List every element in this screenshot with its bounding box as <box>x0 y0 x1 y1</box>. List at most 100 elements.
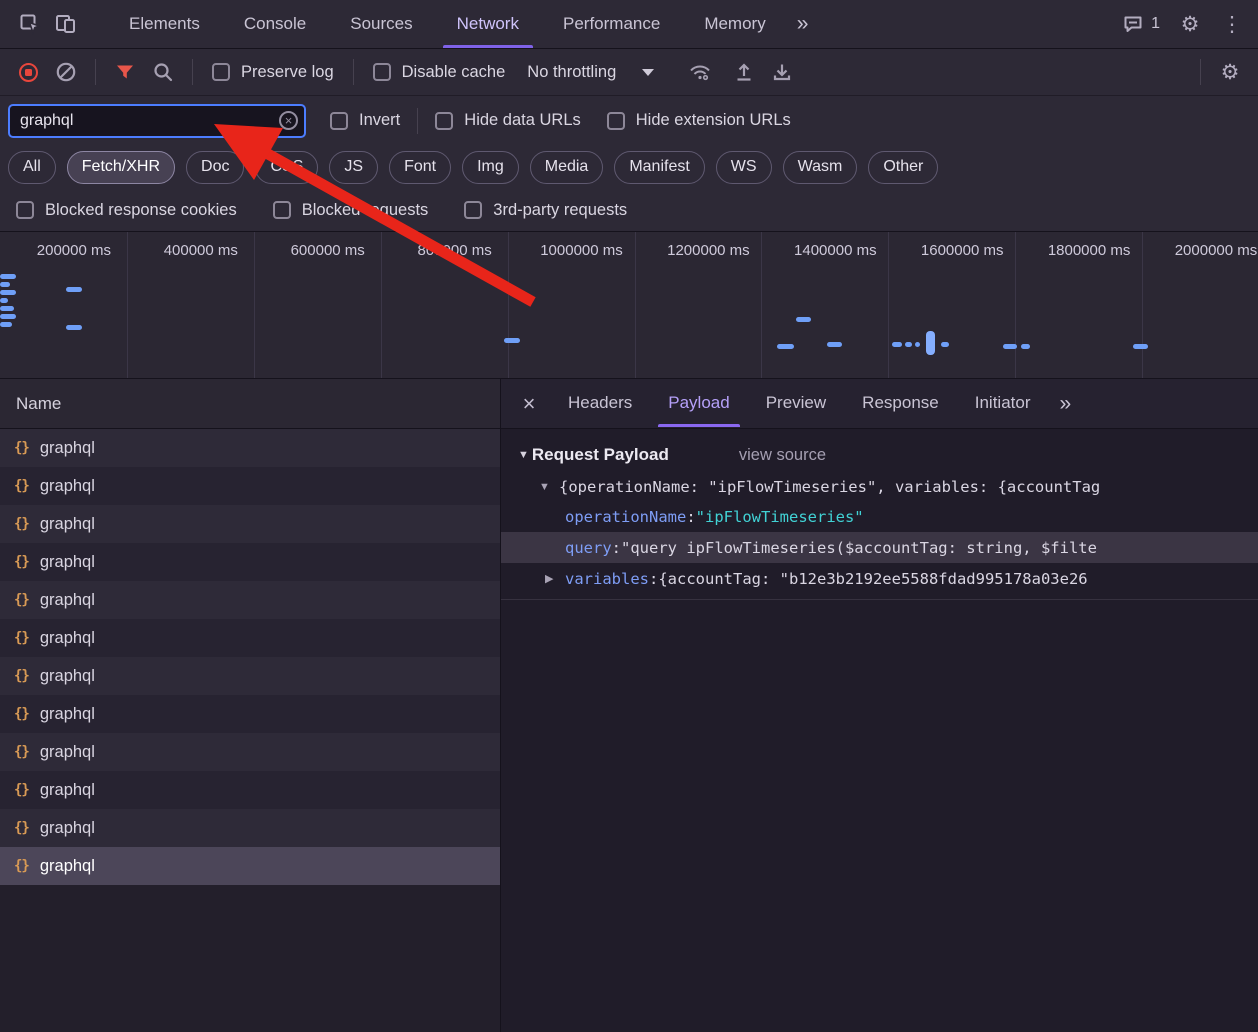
chip-css[interactable]: CSS <box>255 151 318 184</box>
tab-headers[interactable]: Headers <box>551 379 649 427</box>
table-row[interactable]: {}graphql <box>0 505 500 543</box>
table-row[interactable]: {}graphql <box>0 429 500 467</box>
divider <box>1200 59 1201 85</box>
tab-payload[interactable]: Payload <box>651 379 746 427</box>
detail-more-tabs-icon[interactable]: » <box>1047 379 1083 428</box>
name-column-header[interactable]: Name <box>0 379 500 429</box>
payload-entry-operationname[interactable]: operationName: "ipFlowTimeseries" <box>501 501 1258 532</box>
inspect-element-icon[interactable] <box>12 6 48 42</box>
tab-initiator[interactable]: Initiator <box>958 379 1048 427</box>
payload-value: "query ipFlowTimeseries($accountTag: str… <box>621 539 1097 557</box>
throttling-value: No throttling <box>527 63 616 82</box>
table-row[interactable]: {}graphql <box>0 467 500 505</box>
request-tick <box>66 325 82 330</box>
chip-doc[interactable]: Doc <box>186 151 244 184</box>
tab-preview[interactable]: Preview <box>749 379 843 427</box>
close-detail-icon[interactable]: × <box>513 388 545 420</box>
search-button[interactable] <box>145 54 181 90</box>
tab-performance[interactable]: Performance <box>544 0 679 48</box>
payload-entry-query[interactable]: query: "query ipFlowTimeseries($accountT… <box>501 532 1258 563</box>
table-row[interactable]: {} graphql <box>0 657 500 695</box>
request-name: graphql <box>40 781 95 800</box>
checkbox-icon[interactable] <box>464 201 482 219</box>
request-tick <box>0 298 8 303</box>
chip-other[interactable]: Other <box>868 151 938 184</box>
payload-colon: : <box>686 508 695 526</box>
chip-font[interactable]: Font <box>389 151 451 184</box>
json-braces-icon: {} <box>14 668 29 684</box>
network-conditions-button[interactable] <box>682 54 718 90</box>
clear-filter-icon[interactable]: × <box>279 111 298 130</box>
payload-key: operationName <box>565 508 686 526</box>
filter-blocked-response-cookies-checkbox[interactable]: Blocked response cookies <box>8 201 245 220</box>
request-table-panel: Name {}graphql{}graphql{}graphql{}graphq… <box>0 379 501 1032</box>
settings-gear-icon[interactable]: ⚙ <box>1172 6 1208 42</box>
expand-arrow-icon[interactable]: ▼ <box>539 481 550 493</box>
section-expand-icon[interactable]: ▼ <box>518 449 529 461</box>
request-name: graphql <box>40 667 95 686</box>
checkbox-label: 3rd-party requests <box>493 201 627 220</box>
kebab-menu-icon[interactable]: ⋮ <box>1214 6 1250 42</box>
tab-memory[interactable]: Memory <box>685 0 784 48</box>
timeline-label: 1200000 ms <box>651 242 765 259</box>
view-source-link[interactable]: view source <box>739 446 826 465</box>
filter-toggle-button[interactable] <box>107 54 143 90</box>
payload-root-line[interactable]: ▼ {operationName: "ipFlowTimeseries", va… <box>501 471 1258 501</box>
devtools-window: ElementsConsoleSourcesNetworkPerformance… <box>0 0 1258 1032</box>
checkbox-icon[interactable] <box>212 63 230 81</box>
checkbox-icon[interactable] <box>273 201 291 219</box>
checkbox-icon[interactable] <box>330 112 348 130</box>
export-har-button[interactable] <box>726 54 762 90</box>
table-row[interactable]: {}graphql <box>0 847 500 885</box>
json-braces-icon: {} <box>14 630 29 646</box>
console-messages-indicator[interactable]: 1 <box>1116 13 1166 35</box>
filter-input[interactable] <box>8 104 306 138</box>
chip-fetch-xhr[interactable]: Fetch/XHR <box>67 151 175 184</box>
checkbox-icon[interactable] <box>607 112 625 130</box>
preserve-log-checkbox[interactable]: Preserve log <box>204 63 342 82</box>
payload-value: "ipFlowTimeseries" <box>696 508 864 526</box>
import-har-button[interactable] <box>764 54 800 90</box>
table-row[interactable]: {}graphql <box>0 733 500 771</box>
record-network-log-button[interactable] <box>10 54 46 90</box>
device-toolbar-icon[interactable] <box>48 6 84 42</box>
checkbox-icon[interactable] <box>16 201 34 219</box>
clear-network-log-button[interactable] <box>48 54 84 90</box>
filter-3rd-party-requests-checkbox[interactable]: 3rd-party requests <box>456 201 635 220</box>
disable-cache-checkbox[interactable]: Disable cache <box>365 63 514 82</box>
chip-all[interactable]: All <box>8 151 56 184</box>
request-tick <box>0 306 14 311</box>
request-name: graphql <box>40 553 95 572</box>
invert-checkbox[interactable]: Invert <box>322 111 408 130</box>
tab-elements[interactable]: Elements <box>110 0 219 48</box>
checkbox-icon[interactable] <box>373 63 391 81</box>
tab-network[interactable]: Network <box>438 0 538 48</box>
table-row[interactable]: {}graphql <box>0 695 500 733</box>
chip-wasm[interactable]: Wasm <box>783 151 858 184</box>
table-row[interactable]: {}graphql <box>0 771 500 809</box>
chip-media[interactable]: Media <box>530 151 604 184</box>
more-tabs-icon[interactable]: » <box>785 12 821 36</box>
chip-manifest[interactable]: Manifest <box>614 151 704 184</box>
table-row[interactable]: {}graphql <box>0 581 500 619</box>
expand-arrow-icon[interactable]: ▶ <box>545 572 565 585</box>
table-row[interactable]: {}graphql <box>0 543 500 581</box>
filter-blocked-requests-checkbox[interactable]: Blocked requests <box>265 201 437 220</box>
checkbox-icon[interactable] <box>435 112 453 130</box>
tab-response[interactable]: Response <box>845 379 956 427</box>
request-payload-section-header[interactable]: ▼ Request Payload view source <box>501 429 1258 471</box>
table-row[interactable]: {}graphql <box>0 809 500 847</box>
chip-img[interactable]: Img <box>462 151 519 184</box>
chip-js[interactable]: JS <box>329 151 378 184</box>
hide-extension-urls-checkbox[interactable]: Hide extension URLs <box>599 111 799 130</box>
tab-console[interactable]: Console <box>225 0 325 48</box>
json-braces-icon: {} <box>14 592 29 608</box>
throttling-dropdown[interactable]: No throttling <box>515 63 666 82</box>
chip-ws[interactable]: WS <box>716 151 772 184</box>
timeline-overview[interactable]: 200000 ms400000 ms600000 ms800000 ms1000… <box>0 231 1258 379</box>
network-settings-gear-icon[interactable]: ⚙ <box>1212 54 1248 90</box>
payload-entry-variables[interactable]: ▶variables: {accountTag: "b12e3b2192ee55… <box>501 563 1258 594</box>
tab-sources[interactable]: Sources <box>331 0 431 48</box>
hide-data-urls-checkbox[interactable]: Hide data URLs <box>427 111 588 130</box>
table-row[interactable]: {}graphql <box>0 619 500 657</box>
